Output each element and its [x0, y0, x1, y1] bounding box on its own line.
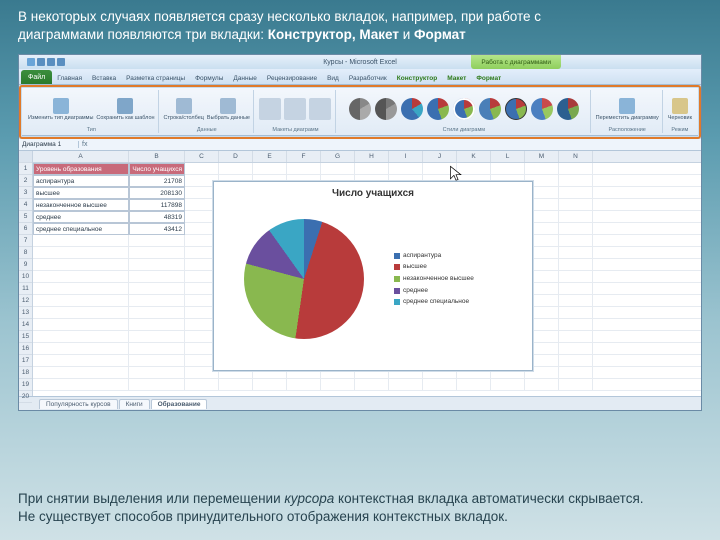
pie-chart	[244, 219, 364, 339]
titlebar: Курсы - Microsoft Excel Работа с диаграм…	[19, 55, 701, 69]
table-cell[interactable]: высшее	[33, 187, 129, 199]
tab-layout[interactable]: Макет	[442, 73, 471, 84]
legend-swatch-icon	[394, 276, 400, 282]
ribbon-tabs: Файл Главная Вставка Разметка страницы Ф…	[19, 69, 701, 85]
table-cell[interactable]: аспирантура	[33, 175, 129, 187]
chart-style-icon[interactable]	[531, 98, 553, 120]
excel-icon	[27, 58, 35, 66]
slide-bottom-text: При снятии выделения или перемещении кур…	[18, 490, 702, 526]
chart-style-icon[interactable]	[375, 98, 397, 120]
legend-swatch-icon	[394, 264, 400, 270]
chart-style-icon[interactable]	[401, 98, 423, 120]
table-cell[interactable]: 48319	[129, 211, 185, 223]
select-data-button[interactable]: Выбрать данные	[207, 98, 250, 121]
chart-style-icon[interactable]	[557, 98, 579, 120]
move-chart-button[interactable]: Переместить диаграмму	[596, 98, 659, 121]
table-header[interactable]: Число учащихся	[129, 163, 185, 175]
table-cell[interactable]: среднее	[33, 211, 129, 223]
ribbon-highlight: Изменить тип диаграммы Сохранить как шаб…	[19, 85, 701, 139]
sheet-tab[interactable]: Книги	[119, 399, 150, 409]
tab-home[interactable]: Главная	[52, 73, 87, 84]
chart-style-icon[interactable]	[453, 98, 475, 120]
grid-icon	[220, 98, 236, 114]
chart-style-icon[interactable]	[479, 98, 501, 120]
sheet-tab[interactable]: Популярность курсов	[39, 399, 118, 409]
draft-icon	[672, 98, 688, 114]
sheet-tab-bar: Популярность курсов Книги Образование	[19, 396, 701, 410]
chart-style-icon[interactable]	[349, 98, 371, 120]
undo-icon[interactable]	[47, 58, 55, 66]
fx-label[interactable]: fx	[79, 141, 90, 148]
legend-swatch-icon	[394, 288, 400, 294]
move-icon	[619, 98, 635, 114]
name-box[interactable]: Диаграмма 1	[19, 141, 79, 148]
row-headers: 1234567891011121314151617181920	[19, 151, 33, 396]
chart-style-icon[interactable]	[427, 98, 449, 120]
layout-preview-icon[interactable]	[309, 98, 331, 120]
tab-insert[interactable]: Вставка	[87, 73, 121, 84]
switch-rowcol-button[interactable]: Строка/столбец	[164, 98, 204, 121]
tab-format[interactable]: Формат	[471, 73, 506, 84]
save-template-button[interactable]: Сохранить как шаблон	[96, 98, 154, 121]
ribbon-group-mode: Черновик Режим	[665, 90, 695, 133]
table-cell[interactable]: 208130	[129, 187, 185, 199]
table-header[interactable]: Уровень образования	[33, 163, 129, 175]
ribbon-group-styles: Стили диаграмм	[338, 90, 591, 133]
formula-bar: Диаграмма 1 fx	[19, 139, 701, 151]
chart-icon	[53, 98, 69, 114]
table-cell[interactable]: 117898	[129, 199, 185, 211]
data-table: Уровень образованияЧисло учащихся аспира…	[33, 163, 185, 235]
tab-design[interactable]: Конструктор	[392, 73, 442, 84]
embedded-chart[interactable]: Число учащихся аспирантура высшее незако…	[213, 181, 533, 371]
tab-formulas[interactable]: Формулы	[190, 73, 228, 84]
ribbon: Изменить тип диаграммы Сохранить как шаб…	[22, 88, 698, 136]
sheet-tab[interactable]: Образование	[151, 399, 208, 409]
window-title: Курсы - Microsoft Excel	[323, 59, 397, 66]
template-icon	[117, 98, 133, 114]
ribbon-group-layouts: Макеты диаграмм	[256, 90, 336, 133]
change-chart-type-button[interactable]: Изменить тип диаграммы	[28, 98, 93, 121]
ribbon-group-type: Изменить тип диаграммы Сохранить как шаб…	[25, 90, 159, 133]
redo-icon[interactable]	[57, 58, 65, 66]
layout-preview-icon[interactable]	[259, 98, 281, 120]
file-tab[interactable]: Файл	[21, 70, 52, 84]
chart-legend: аспирантура высшее незаконченное высшее …	[394, 250, 474, 308]
tab-view[interactable]: Вид	[322, 73, 344, 84]
tab-pagelayout[interactable]: Разметка страницы	[121, 73, 190, 84]
ribbon-group-location: Переместить диаграмму Расположение	[593, 90, 663, 133]
legend-swatch-icon	[394, 253, 400, 259]
chart-style-icon[interactable]	[505, 98, 527, 120]
legend-swatch-icon	[394, 299, 400, 305]
switch-icon	[176, 98, 192, 114]
column-headers: ABCDEFGHIJKLMN	[33, 151, 701, 163]
tab-developer[interactable]: Разработчик	[344, 73, 392, 84]
draft-button[interactable]: Черновик	[668, 98, 692, 121]
table-cell[interactable]: 21708	[129, 175, 185, 187]
table-cell[interactable]: среднее специальное	[33, 223, 129, 235]
layout-preview-icon[interactable]	[284, 98, 306, 120]
quick-access-toolbar	[27, 58, 65, 66]
table-cell[interactable]: незаконченное высшее	[33, 199, 129, 211]
tab-data[interactable]: Данные	[228, 73, 261, 84]
ribbon-group-data: Строка/столбец Выбрать данные Данные	[161, 90, 254, 133]
save-icon[interactable]	[37, 58, 45, 66]
table-cell[interactable]: 43412	[129, 223, 185, 235]
slide-top-text: В некоторых случаях появляется сразу нес…	[0, 0, 720, 48]
worksheet[interactable]: 1234567891011121314151617181920 ABCDEFGH…	[19, 151, 701, 396]
tab-review[interactable]: Рецензирование	[262, 73, 322, 84]
chart-title: Число учащихся	[214, 182, 532, 201]
excel-window: Курсы - Microsoft Excel Работа с диаграм…	[18, 54, 702, 411]
contextual-tab-title: Работа с диаграммами	[471, 55, 561, 69]
